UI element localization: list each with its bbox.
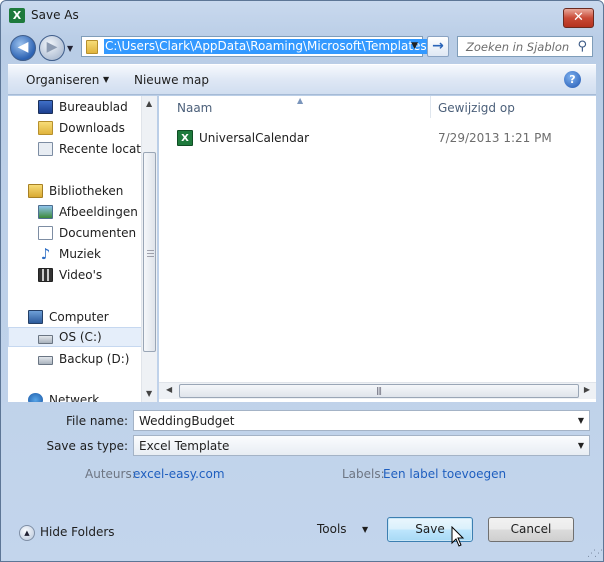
forward-button[interactable]: ▶ — [39, 35, 65, 61]
desktop-icon — [38, 100, 53, 114]
sidebar-item-documenten[interactable]: Documenten — [8, 223, 142, 243]
sidebar-item-afbeeldingen[interactable]: Afbeeldingen — [8, 202, 142, 222]
organise-dropdown-icon[interactable]: ▼ — [103, 75, 109, 84]
excel-template-icon: X — [177, 130, 193, 146]
sidebar-item-muziek[interactable]: ♪ Muziek — [8, 244, 142, 264]
hide-folders-label: Hide Folders — [40, 525, 115, 539]
cancel-button[interactable]: Cancel — [488, 517, 574, 542]
address-dropdown-icon[interactable]: ▼ — [411, 41, 418, 51]
sidebar-item-label: Recente locatie — [59, 142, 152, 156]
recent-places-icon — [38, 142, 53, 156]
new-folder-button[interactable]: Nieuwe map — [134, 73, 209, 87]
music-icon: ♪ — [40, 245, 51, 263]
resize-grip-icon[interactable]: ⋰⋰ — [587, 549, 603, 559]
organise-menu-button[interactable]: Organiseren — [26, 73, 99, 87]
sidebar-item-netwerk[interactable]: Netwerk — [8, 390, 142, 402]
command-bar: Organiseren ▼ Nieuwe map ? — [8, 64, 596, 95]
column-divider[interactable] — [430, 96, 431, 118]
go-button[interactable]: → — [427, 36, 449, 57]
search-input[interactable]: Zoeken in Sjablon ⚲ — [457, 36, 593, 57]
search-icon[interactable]: ⚲ — [577, 39, 587, 54]
network-icon — [28, 393, 43, 402]
excel-icon: X — [9, 8, 25, 23]
scrollbar-thumb[interactable]: ― ― ― — [143, 152, 156, 352]
file-name: UniversalCalendar — [199, 131, 310, 145]
file-list: ▲ Naam Gewijzigd op X UniversalCalendar … — [159, 96, 596, 402]
tools-dropdown-icon[interactable]: ▼ — [362, 525, 368, 534]
sidebar-item-label: Video's — [59, 268, 103, 282]
sidebar-item-label: Muziek — [59, 247, 101, 261]
tags-label: Labels: — [342, 467, 385, 481]
scroll-left-icon[interactable]: ◀ — [166, 385, 172, 394]
back-button[interactable]: ◀ — [10, 35, 36, 61]
authors-label: Auteurs: — [85, 467, 136, 481]
sort-ascending-icon: ▲ — [297, 96, 304, 105]
sidebar-item-label: Bureaublad — [59, 100, 128, 114]
sidebar-item-label: Bibliotheken — [49, 184, 124, 198]
downloads-folder-icon — [38, 121, 53, 135]
sidebar-item-videos[interactable]: Video's — [8, 265, 142, 285]
videos-icon — [38, 268, 53, 282]
table-row[interactable]: X UniversalCalendar 7/29/2013 1:21 PM — [177, 128, 577, 148]
drive-icon — [38, 356, 53, 365]
scrollbar-grip-icon: ||| — [376, 386, 382, 395]
window-title: Save As — [31, 8, 79, 22]
sidebar-item-label: Computer — [49, 310, 109, 324]
help-icon[interactable]: ? — [564, 71, 581, 88]
file-modified: 7/29/2013 1:21 PM — [438, 131, 552, 145]
libraries-icon — [28, 184, 43, 198]
navigation-pane: Bureaublad Downloads Recente locatie Bib… — [8, 96, 157, 402]
sidebar-item-os-c[interactable]: OS (C:) — [8, 327, 142, 347]
scroll-right-icon[interactable]: ▶ — [584, 385, 590, 394]
scrollbar-grip-icon: ― ― ― — [147, 246, 154, 260]
savetype-value: Excel Template — [139, 439, 230, 453]
sidebar-item-label: Downloads — [59, 121, 125, 135]
savetype-label: Save as type: — [46, 439, 128, 453]
sidebar-item-label: OS (C:) — [59, 330, 102, 344]
sidebar-item-bureaublad[interactable]: Bureaublad — [8, 97, 142, 117]
column-header-modified[interactable]: Gewijzigd op — [438, 96, 515, 118]
sidebar-item-recent[interactable]: Recente locatie — [8, 139, 152, 159]
file-list-scrollbar[interactable]: ◀ ||| ▶ — [159, 382, 596, 399]
scroll-up-icon[interactable]: ▲ — [146, 99, 152, 108]
sidebar-item-bibliotheken[interactable]: Bibliotheken — [8, 181, 142, 201]
savetype-dropdown-icon[interactable]: ▼ — [578, 441, 584, 450]
close-button[interactable]: ✕ — [563, 8, 594, 28]
filename-field[interactable]: WeddingBudget ▼ — [133, 410, 590, 431]
filename-value[interactable]: WeddingBudget — [139, 414, 235, 428]
documents-icon — [38, 226, 53, 240]
hide-folders-button[interactable]: ▲ Hide Folders — [19, 524, 129, 542]
drive-icon — [38, 335, 53, 344]
filename-label: File name: — [66, 414, 128, 428]
address-path[interactable]: C:\Users\Clark\AppData\Roaming\Microsoft… — [104, 39, 428, 54]
authors-field[interactable]: excel-easy.com — [133, 467, 225, 481]
filename-dropdown-icon[interactable]: ▼ — [578, 416, 584, 425]
search-placeholder: Zoeken in Sjablon — [466, 40, 570, 54]
tools-menu-button[interactable]: Tools — [317, 522, 347, 536]
column-header-name[interactable]: Naam — [177, 96, 212, 118]
recent-pages-dropdown-icon[interactable]: ▼ — [67, 44, 77, 54]
pictures-icon — [38, 205, 53, 219]
scroll-down-icon[interactable]: ▼ — [146, 389, 152, 398]
sidebar-item-downloads[interactable]: Downloads — [8, 118, 142, 138]
scrollbar-thumb[interactable]: ||| — [179, 384, 579, 398]
sidebar-item-label: Afbeeldingen — [59, 205, 138, 219]
chevron-up-icon: ▲ — [19, 525, 35, 541]
sidebar-item-label: Documenten — [59, 226, 137, 240]
address-bar[interactable]: C:\Users\Clark\AppData\Roaming\Microsoft… — [81, 36, 428, 57]
title-bar: X Save As ✕ — [0, 0, 602, 30]
sidebar-item-computer[interactable]: Computer — [8, 307, 142, 327]
navigation-scrollbar[interactable]: ▲ ― ― ― ▼ — [141, 96, 157, 402]
folder-icon — [86, 40, 98, 54]
sidebar-item-backup-d[interactable]: Backup (D:) — [8, 349, 142, 369]
savetype-select[interactable]: Excel Template ▼ — [133, 435, 590, 456]
computer-icon — [28, 310, 43, 324]
sidebar-item-label: Backup (D:) — [59, 352, 130, 366]
mouse-cursor-icon — [451, 526, 465, 547]
tags-field[interactable]: Een label toevoegen — [383, 467, 506, 481]
sidebar-item-label: Netwerk — [49, 393, 100, 402]
